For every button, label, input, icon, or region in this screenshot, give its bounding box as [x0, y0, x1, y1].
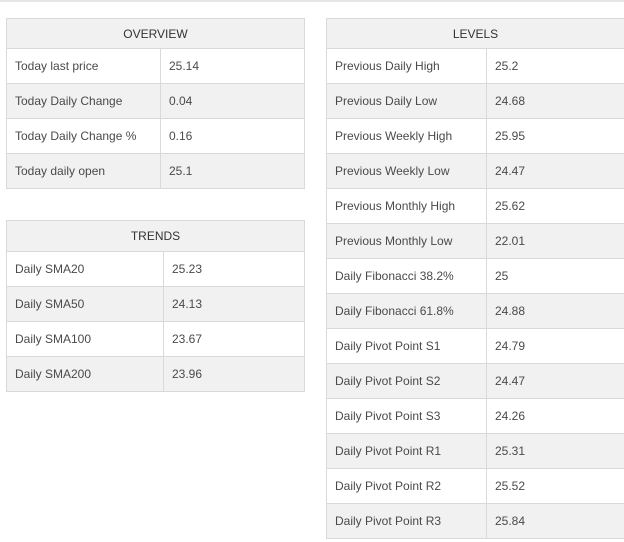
- row-value: 23.67: [163, 321, 305, 357]
- table-row: Previous Daily Low 24.68: [326, 83, 624, 119]
- table-row: Daily Pivot Point S2 24.47: [326, 363, 624, 399]
- row-value: 25.62: [486, 188, 624, 224]
- row-label: Previous Monthly Low: [326, 223, 487, 259]
- top-divider: [0, 0, 624, 2]
- row-label: Today Daily Change: [6, 83, 161, 119]
- table-row: Daily SMA20 25.23: [6, 251, 305, 287]
- table-row: Daily Pivot Point R2 25.52: [326, 468, 624, 504]
- row-value: 24.79: [486, 328, 624, 364]
- row-label: Previous Monthly High: [326, 188, 487, 224]
- row-value: 25.31: [486, 433, 624, 469]
- row-value: 25: [486, 258, 624, 294]
- table-row: Previous Monthly High 25.62: [326, 188, 624, 224]
- row-label: Previous Daily Low: [326, 83, 487, 119]
- row-value: 25.1: [160, 153, 305, 189]
- row-label: Daily Pivot Point R3: [326, 503, 487, 539]
- row-value: 25.23: [163, 251, 305, 287]
- row-value: 22.01: [486, 223, 624, 259]
- trends-table: TRENDS Daily SMA20 25.23 Daily SMA50 24.…: [6, 220, 305, 392]
- row-value: 25.95: [486, 118, 624, 154]
- overview-title: OVERVIEW: [6, 18, 305, 49]
- row-label: Today Daily Change %: [6, 118, 161, 154]
- table-row: Today last price 25.14: [6, 48, 305, 84]
- table-row: Previous Monthly Low 22.01: [326, 223, 624, 259]
- table-row: Daily Pivot Point R3 25.84: [326, 503, 624, 539]
- table-row: Daily SMA200 23.96: [6, 356, 305, 392]
- table-row: Previous Weekly High 25.95: [326, 118, 624, 154]
- levels-title: LEVELS: [326, 18, 624, 49]
- row-label: Daily SMA100: [6, 321, 164, 357]
- table-row: Previous Weekly Low 24.47: [326, 153, 624, 189]
- row-value: 25.14: [160, 48, 305, 84]
- table-row: Today daily open 25.1: [6, 153, 305, 189]
- table-row: Today Daily Change % 0.16: [6, 118, 305, 154]
- row-value: 0.16: [160, 118, 305, 154]
- table-row: Daily Pivot Point R1 25.31: [326, 433, 624, 469]
- table-row: Previous Daily High 25.2: [326, 48, 624, 84]
- row-label: Previous Weekly Low: [326, 153, 487, 189]
- row-value: 25.2: [486, 48, 624, 84]
- row-value: 23.96: [163, 356, 305, 392]
- row-value: 25.52: [486, 468, 624, 504]
- table-row: Daily SMA50 24.13: [6, 286, 305, 322]
- table-row: Daily Pivot Point S1 24.79: [326, 328, 624, 364]
- row-label: Daily SMA50: [6, 286, 164, 322]
- row-label: Daily Pivot Point S1: [326, 328, 487, 364]
- row-value: 24.88: [486, 293, 624, 329]
- row-value: 25.84: [486, 503, 624, 539]
- row-value: 24.26: [486, 398, 624, 434]
- row-label: Today last price: [6, 48, 161, 84]
- overview-table: OVERVIEW Today last price 25.14 Today Da…: [6, 18, 305, 189]
- row-label: Daily Pivot Point S3: [326, 398, 487, 434]
- row-label: Previous Daily High: [326, 48, 487, 84]
- table-row: Daily Fibonacci 38.2% 25: [326, 258, 624, 294]
- row-value: 24.47: [486, 153, 624, 189]
- row-label: Daily SMA20: [6, 251, 164, 287]
- table-row: Daily Fibonacci 61.8% 24.88: [326, 293, 624, 329]
- table-row: Daily SMA100 23.67: [6, 321, 305, 357]
- row-label: Daily Fibonacci 38.2%: [326, 258, 487, 294]
- row-value: 0.04: [160, 83, 305, 119]
- row-label: Daily Pivot Point S2: [326, 363, 487, 399]
- row-label: Previous Weekly High: [326, 118, 487, 154]
- trends-title: TRENDS: [6, 220, 305, 252]
- row-label: Daily Pivot Point R1: [326, 433, 487, 469]
- row-label: Daily SMA200: [6, 356, 164, 392]
- row-label: Today daily open: [6, 153, 161, 189]
- table-row: Today Daily Change 0.04: [6, 83, 305, 119]
- row-value: 24.68: [486, 83, 624, 119]
- row-label: Daily Fibonacci 61.8%: [326, 293, 487, 329]
- row-value: 24.47: [486, 363, 624, 399]
- row-value: 24.13: [163, 286, 305, 322]
- table-row: Daily Pivot Point S3 24.26: [326, 398, 624, 434]
- row-label: Daily Pivot Point R2: [326, 468, 487, 504]
- levels-table: LEVELS Previous Daily High 25.2 Previous…: [326, 18, 624, 539]
